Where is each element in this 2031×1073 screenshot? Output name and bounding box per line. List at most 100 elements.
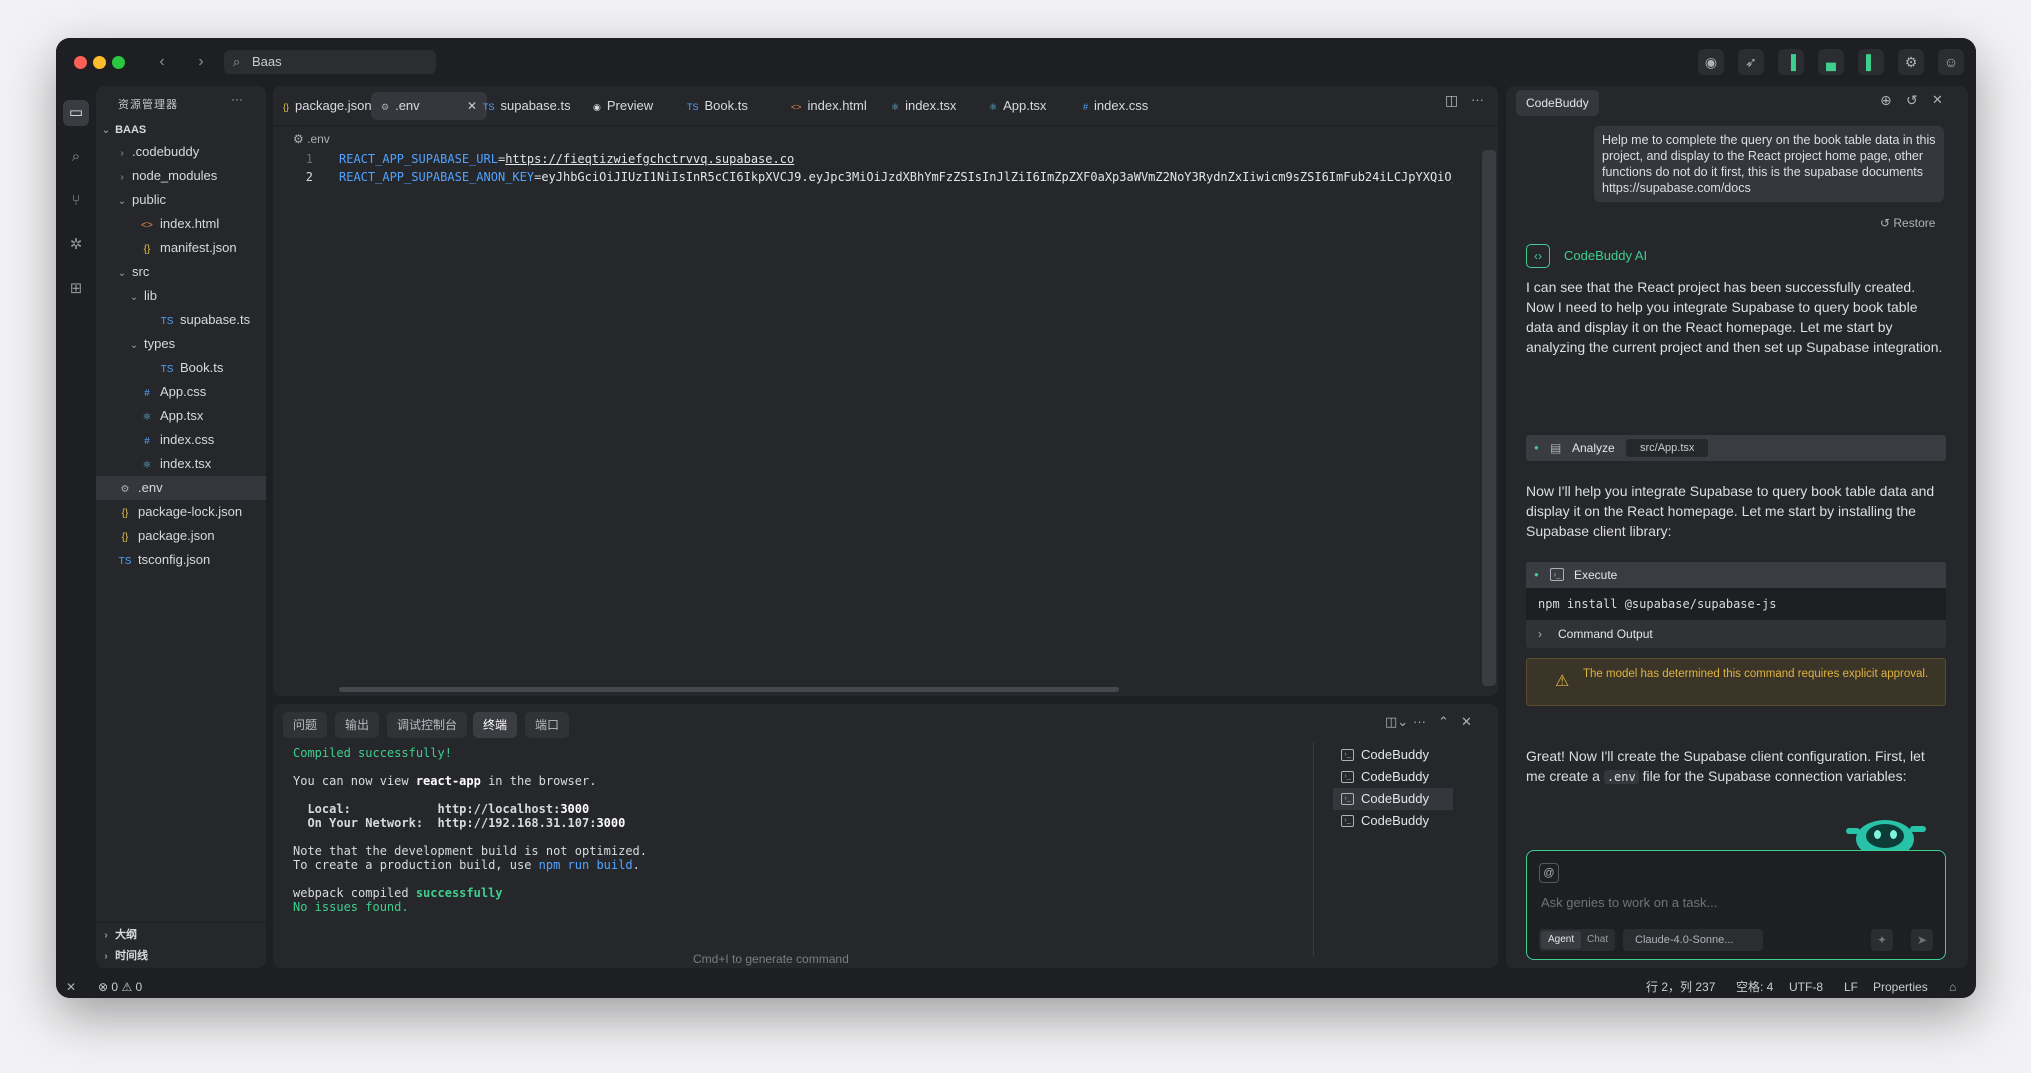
command-output-toggle[interactable]: › Command Output (1526, 620, 1946, 648)
editor-tab-label: index.css (1094, 98, 1149, 113)
more-actions-icon[interactable]: ··· (1413, 714, 1426, 729)
editor-tab[interactable]: # index.css (1073, 92, 1158, 120)
panel-tab[interactable]: 输出 (335, 712, 380, 738)
terminal-session[interactable]: ›_ CodeBuddy (1333, 744, 1453, 766)
tree-file[interactable]: TS tsconfig.json (96, 548, 266, 572)
editor-tab[interactable]: TS supabase.ts (473, 92, 581, 120)
sparkle-icon[interactable]: ✦ (1871, 929, 1893, 951)
analyze-file-chip[interactable]: src/App.tsx (1626, 439, 1709, 457)
command-search[interactable]: ⌕ Baas (224, 50, 436, 74)
model-selector[interactable]: Claude-4.0-Sonne... (1623, 929, 1763, 951)
tree-file[interactable]: ⚛ App.tsx (96, 404, 266, 428)
tree-file[interactable]: {} manifest.json (96, 236, 266, 260)
tree-file[interactable]: # App.css (96, 380, 266, 404)
close-window-button[interactable] (74, 56, 87, 69)
breadcrumb[interactable]: ⚙ .env (293, 132, 330, 146)
execute-step[interactable]: ● ›_ Execute (1526, 562, 1946, 588)
minimize-window-button[interactable] (93, 56, 106, 69)
end-of-line[interactable]: LF (1844, 976, 1858, 998)
language-mode[interactable]: Properties (1873, 976, 1928, 998)
tree-file[interactable]: {} package.json (96, 524, 266, 548)
notifications-icon[interactable]: ⌂ (1949, 976, 1956, 998)
toggle-panel-icon[interactable]: ▄ (1818, 49, 1844, 75)
editor-tab[interactable]: ⚙ .env ✕ (371, 92, 487, 120)
tree-file[interactable]: ⚙ .env (96, 476, 266, 500)
chat-input-placeholder[interactable]: Ask genies to work on a task... (1541, 895, 1717, 910)
extensions-icon[interactable]: ⊞ (63, 276, 89, 302)
env-key: REACT_APP_SUPABASE_URL (339, 152, 498, 166)
editor-tab[interactable]: ⚛ index.tsx (881, 92, 966, 120)
indentation[interactable]: 空格: 4 (1736, 976, 1773, 998)
maximize-panel-icon[interactable]: ⌃ (1438, 714, 1449, 730)
remote-icon[interactable]: ✕ (66, 976, 76, 998)
panel-tab[interactable]: 端口 (525, 712, 570, 738)
panel-tab[interactable]: 问题 (283, 712, 328, 738)
horizontal-scrollbar[interactable] (339, 687, 1119, 692)
outline-section[interactable]: › 大纲 (96, 922, 266, 946)
encoding[interactable]: UTF-8 (1789, 976, 1823, 998)
editor-tab[interactable]: TS Book.ts (677, 92, 758, 120)
tree-file[interactable]: <> index.html (96, 212, 266, 236)
tree-file[interactable]: TS Book.ts (96, 356, 266, 380)
editor-tab[interactable]: ⚛ App.tsx (979, 92, 1056, 120)
code-line-2[interactable]: 2 REACT_APP_SUPABASE_ANON_KEY=eyJhbGciOi… (273, 168, 1453, 186)
panel-tab[interactable]: 终端 (473, 712, 518, 738)
tree-folder[interactable]: › .codebuddy (96, 140, 266, 164)
tree-folder[interactable]: ⌄ public (96, 188, 266, 212)
timeline-section[interactable]: › 时间线 (96, 944, 266, 968)
tree-folder[interactable]: ⌄ types (96, 332, 266, 356)
toggle-primary-sidebar-icon[interactable]: ▐ (1778, 49, 1804, 75)
tree-folder[interactable]: ⌄ src (96, 260, 266, 284)
code-line-1[interactable]: 1 REACT_APP_SUPABASE_URL=https://fieqtiz… (273, 150, 1453, 168)
close-panel-icon[interactable]: ✕ (1461, 714, 1472, 730)
tree-file[interactable]: ⚛ index.tsx (96, 452, 266, 476)
terminal-line: On Your Network: http://192.168.31.107:3… (293, 816, 626, 830)
chat-input-box[interactable]: @ Ask genies to work on a task... Agent … (1526, 850, 1946, 960)
analyze-step[interactable]: ● ▤ Analyze src/App.tsx (1526, 435, 1946, 461)
problems-indicator[interactable]: ⊗ 0 ⚠ 0 (98, 976, 142, 998)
tree-root[interactable]: ⌄ BAAS (96, 118, 266, 142)
tree-file[interactable]: TS supabase.ts (96, 308, 266, 332)
back-icon[interactable]: ‹ (150, 50, 174, 74)
search-activity-icon[interactable]: ⌕ (63, 144, 89, 170)
editor-tab[interactable]: ◉ Preview (583, 92, 663, 120)
tree-folder[interactable]: ⌄ lib (96, 284, 266, 308)
editor-tab[interactable]: <> index.html (781, 92, 877, 120)
send-icon[interactable]: ➤ (1911, 929, 1933, 951)
explorer-icon[interactable]: ▭ (63, 100, 89, 126)
eye-icon[interactable]: ◉ (1698, 49, 1724, 75)
debug-icon[interactable]: ✲ (63, 232, 89, 258)
env-value-link[interactable]: https://fieqtizwiefgchctrvvq.supabase.co (505, 152, 794, 166)
panel-tab[interactable]: 调试控制台 (387, 712, 468, 738)
restore-button[interactable]: ↺ Restore (1880, 216, 1935, 230)
mention-icon[interactable]: @ (1539, 863, 1559, 883)
tree-file[interactable]: {} package-lock.json (96, 500, 266, 524)
editor-tab[interactable]: {} package.json (273, 92, 382, 120)
new-chat-icon[interactable]: ⊕ (1880, 92, 1892, 109)
account-icon[interactable]: ☺ (1938, 49, 1964, 75)
gear-icon[interactable]: ⚙ (1898, 49, 1924, 75)
toggle-secondary-sidebar-icon[interactable]: ▌ (1858, 49, 1884, 75)
rocket-icon[interactable]: ➶ (1738, 49, 1764, 75)
codebuddy-tab[interactable]: CodeBuddy (1516, 90, 1599, 116)
terminal-session[interactable]: ›_ CodeBuddy (1333, 766, 1453, 788)
tree-folder[interactable]: › node_modules (96, 164, 266, 188)
maximize-window-button[interactable] (112, 56, 125, 69)
tree-file[interactable]: # index.css (96, 428, 266, 452)
explorer-more-icon[interactable]: ··· (231, 92, 243, 106)
file-type-icon: ⚛ (142, 460, 152, 471)
close-icon[interactable]: ✕ (1932, 92, 1943, 108)
terminal-session[interactable]: ›_ CodeBuddy (1333, 810, 1453, 832)
terminal-session[interactable]: ›_ CodeBuddy (1333, 788, 1453, 810)
editor-tab-label: index.tsx (905, 98, 957, 113)
history-icon[interactable]: ↺ (1906, 92, 1918, 109)
mode-agent-button[interactable]: Agent (1541, 931, 1582, 949)
cursor-position[interactable]: 行 2，列 237 (1646, 976, 1715, 998)
source-control-icon[interactable]: ⑂ (63, 188, 89, 214)
split-editor-icon[interactable]: ◫ (1445, 92, 1458, 109)
mode-chat-button[interactable]: Chat (1587, 931, 1608, 949)
more-actions-icon[interactable]: ··· (1471, 92, 1484, 107)
split-terminal-icon[interactable]: ◫⌄ (1385, 714, 1408, 730)
vertical-scrollbar[interactable] (1482, 150, 1496, 686)
forward-icon[interactable]: › (189, 50, 213, 74)
